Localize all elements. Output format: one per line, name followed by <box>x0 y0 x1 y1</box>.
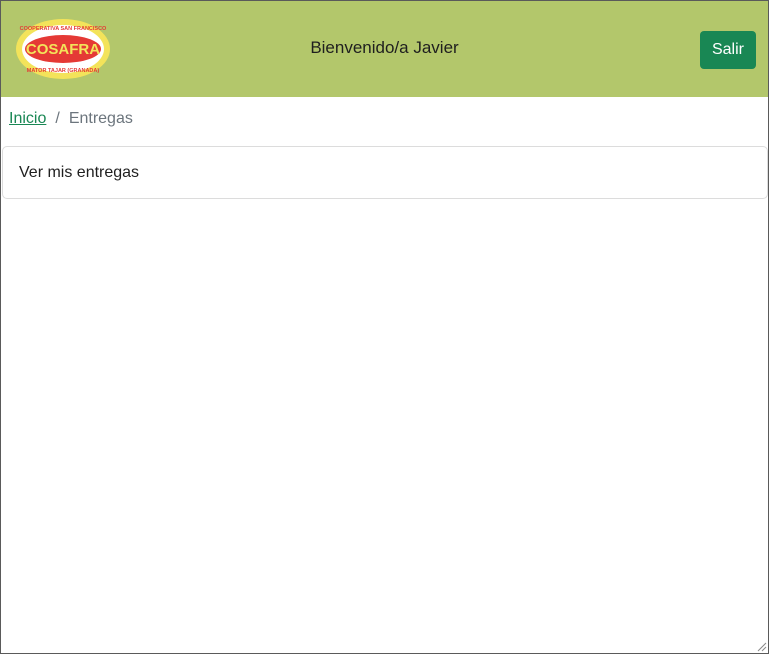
resize-grip-icon[interactable] <box>755 640 767 652</box>
svg-text:MATOR TAJAR (GRANADA): MATOR TAJAR (GRANADA) <box>27 68 100 74</box>
breadcrumb-home-link[interactable]: Inicio <box>9 110 46 128</box>
svg-text:COOPERATIVA SAN FRANCISCO: COOPERATIVA SAN FRANCISCO <box>20 26 107 32</box>
breadcrumb: Inicio / Entregas <box>9 110 133 128</box>
top-header: COSAFRA COOPERATIVA SAN FRANCISCO MATOR … <box>1 1 768 97</box>
deliveries-card[interactable]: Ver mis entregas <box>2 146 768 199</box>
app-window: COSAFRA COOPERATIVA SAN FRANCISCO MATOR … <box>0 0 769 654</box>
view-deliveries-link[interactable]: Ver mis entregas <box>19 164 139 182</box>
welcome-text: Bienvenido/a Javier <box>310 38 459 57</box>
breadcrumb-current: Entregas <box>68 110 133 127</box>
breadcrumb-separator: / <box>55 110 60 127</box>
logout-button[interactable]: Salir <box>700 31 756 69</box>
